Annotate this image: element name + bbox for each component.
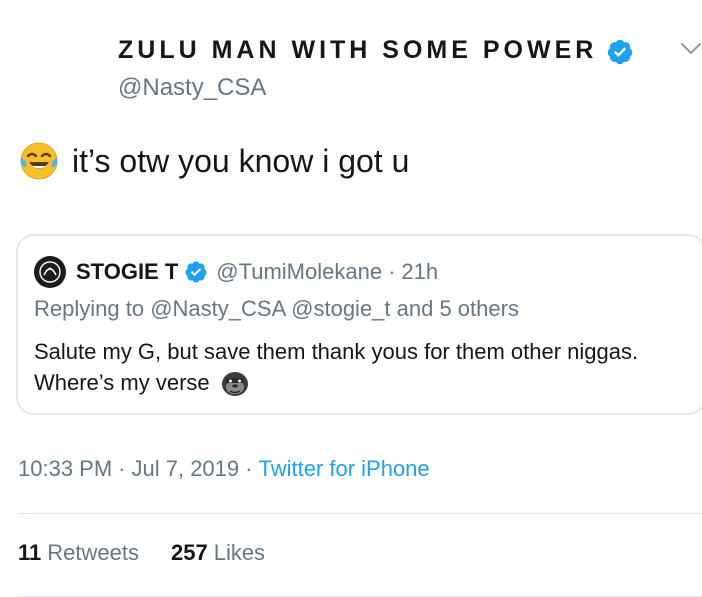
tweet-detail: ZULU MAN WITH SOME POWER @Nasty_CSA it’s… [0,0,702,597]
chevron-down-icon[interactable] [680,42,702,56]
replying-to-label: Replying to [34,296,145,321]
likes-count: 257 [170,540,208,565]
separator-dot: · [118,456,126,481]
quoted-tweet-text: Salute my G, but save them thank yous fo… [34,339,639,395]
retweets-count: 11 [18,540,42,565]
gorilla-icon [221,372,248,397]
tweet-time: 10:33 PM [18,456,113,481]
replying-to-line: Replying to @Nasty_CSA @stogie_t and 5 o… [34,296,519,322]
likes-stat[interactable]: 257 Likes [171,540,265,566]
retweets-label: Retweets [47,540,139,565]
quoted-tweet-header: STOGIE T @TumiMolekane · 21h [34,256,438,288]
tweet-meta: 10:33 PM · Jul 7, 2019 · Twitter for iPhone [18,456,430,482]
tweet-text: it’s otw you know i got u [72,142,410,179]
quoted-tweet-text-container: Salute my G, but save them thank yous fo… [34,336,674,398]
author-handle[interactable]: @Nasty_CSA [118,74,266,102]
quoted-tweet-card[interactable]: STOGIE T @TumiMolekane · 21h Replying to… [16,234,702,415]
quoted-author-handle[interactable]: @TumiMolekane [216,259,382,285]
separator-dot: · [245,456,253,481]
tweet-body: it’s otw you know i got u [18,140,409,182]
quoted-author-name[interactable]: STOGIE T [76,259,178,285]
separator-dot: · [388,259,396,284]
replying-to-mentions[interactable]: @Nasty_CSA @stogie_t and 5 others [150,296,519,321]
quoted-tweet-time: 21h [401,259,439,284]
divider [18,513,702,514]
avatar-logo-icon [39,261,61,283]
verified-badge-icon [185,261,207,283]
verified-badge-icon [607,39,633,65]
author-display-name[interactable]: ZULU MAN WITH SOME POWER [118,36,597,65]
avatar[interactable] [34,256,66,288]
retweets-stat[interactable]: 11 Retweets [18,540,139,566]
tweet-date: Jul 7, 2019 [131,456,240,481]
tweet-source-link[interactable]: Twitter for iPhone [258,456,429,481]
likes-label: Likes [213,540,266,565]
face-with-tears-of-joy-icon [20,142,58,180]
tweet-stats: 11 Retweets 257 Likes [18,540,265,566]
